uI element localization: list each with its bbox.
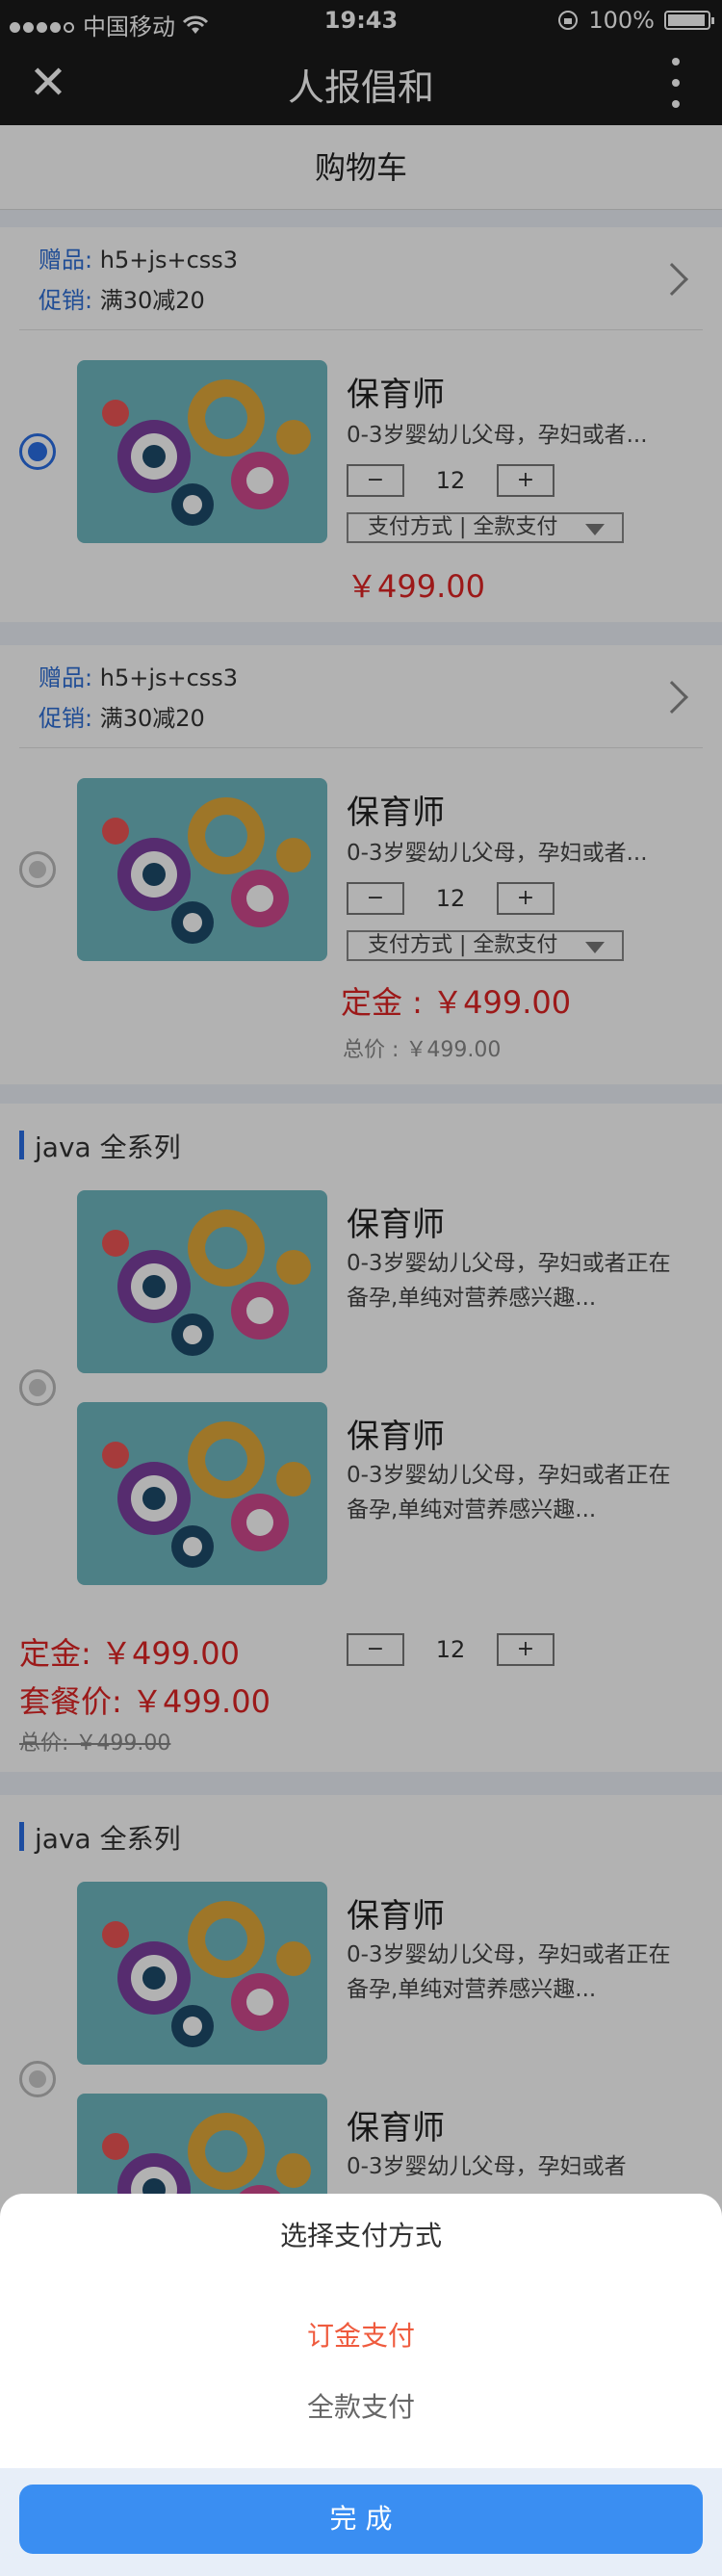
modal-backdrop[interactable] [0, 0, 722, 2576]
option-full-payment[interactable]: 全款支付 [0, 2386, 722, 2425]
payment-method-sheet: 选择支付方式 订金支付 全款支付 完 成 [0, 2194, 722, 2576]
page: 中国移动 19:43 100% ✕ 人报倡和 购物车 赠品: h5+js+css… [0, 0, 722, 2576]
sheet-title: 选择支付方式 [279, 2220, 442, 2251]
option-deposit-payment[interactable]: 订金支付 [0, 2315, 722, 2354]
done-button[interactable]: 完 成 [19, 2485, 703, 2554]
